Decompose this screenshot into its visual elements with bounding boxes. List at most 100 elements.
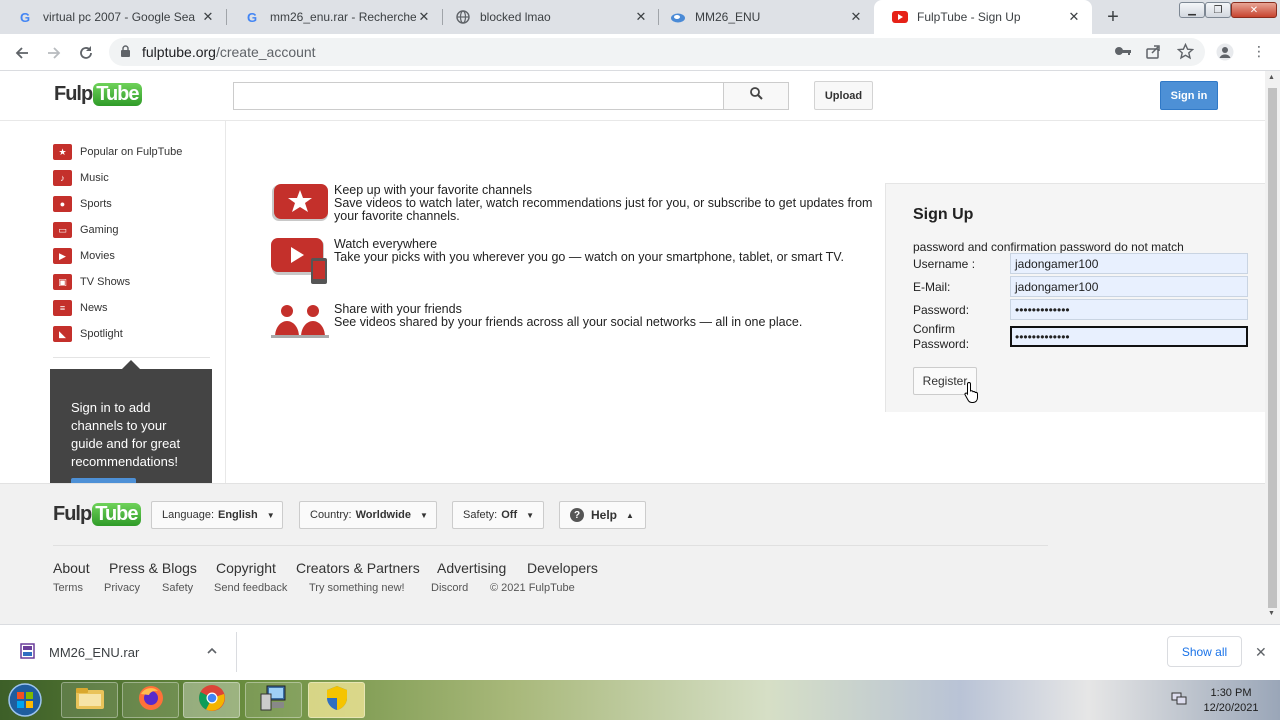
menu-kebab-icon[interactable]: ⋮ xyxy=(1252,44,1266,60)
key-icon[interactable] xyxy=(1114,44,1132,63)
footer-link-advertising[interactable]: Advertising xyxy=(437,560,506,576)
fulptube-logo[interactable]: Fulp Tube xyxy=(54,83,142,106)
close-download-shelf-icon[interactable]: ✕ xyxy=(1255,644,1267,661)
back-button[interactable] xyxy=(10,41,34,65)
system-clock[interactable]: 1:30 PM 12/20/2021 xyxy=(1196,686,1266,716)
password-field[interactable]: ••••••••••••• xyxy=(1010,299,1248,320)
taskbar-chrome[interactable] xyxy=(183,682,240,718)
taskbar-firefox[interactable] xyxy=(122,682,179,718)
close-icon[interactable]: ✕ xyxy=(633,9,649,25)
caret-down-icon: ▼ xyxy=(526,510,535,520)
logo-text-right: Tube xyxy=(93,83,142,106)
sports-icon: ● xyxy=(53,196,72,212)
reload-button[interactable] xyxy=(74,41,98,65)
footer-link-press[interactable]: Press & Blogs xyxy=(109,560,197,576)
footer-link-try-new[interactable]: Try something new! xyxy=(309,582,405,594)
guide-signin-promo: Sign in to add channels to your guide an… xyxy=(50,369,212,483)
tab-google-1[interactable]: G virtual pc 2007 - Google Sea ✕ xyxy=(0,0,226,34)
guide-item-label: News xyxy=(80,302,108,314)
tab-title: MM26_ENU xyxy=(695,10,761,24)
guide-item-music[interactable]: ♪ Music xyxy=(53,168,109,188)
close-icon[interactable]: ✕ xyxy=(1066,9,1082,25)
tab-title: mm26_enu.rar - Recherche G xyxy=(270,10,416,24)
taskbar-network-app[interactable] xyxy=(245,682,302,718)
footer: Fulp Tube Language: English ▼ Country: World… xyxy=(0,483,1265,624)
music-icon: ♪ xyxy=(53,170,72,186)
footer-link-privacy[interactable]: Privacy xyxy=(104,582,140,594)
footer-link-copyright[interactable]: Copyright xyxy=(216,560,276,576)
scroll-up-arrow-icon[interactable]: ▲ xyxy=(1268,74,1275,81)
guide-item-movies[interactable]: ▶ Movies xyxy=(53,246,115,266)
chrome-icon xyxy=(198,684,226,717)
guide-item-tv-shows[interactable]: ▣ TV Shows xyxy=(53,272,130,292)
start-button[interactable] xyxy=(5,682,45,718)
show-all-button[interactable]: Show all xyxy=(1167,636,1242,667)
email-label: E-Mail: xyxy=(913,280,951,294)
guide-item-news[interactable]: ≡ News xyxy=(53,298,108,318)
footer-logo[interactable]: Fulp Tube xyxy=(53,503,141,526)
minimize-button[interactable]: ▁ xyxy=(1179,2,1205,18)
clock-time: 1:30 PM xyxy=(1210,687,1252,699)
username-field[interactable]: jadongamer100 xyxy=(1010,253,1248,274)
sign-in-button[interactable]: Sign in xyxy=(1160,81,1218,110)
lock-icon[interactable] xyxy=(120,45,131,63)
network-tray-icon[interactable] xyxy=(1170,691,1188,712)
tab-mm26[interactable]: MM26_ENU ✕ xyxy=(652,0,874,34)
search-input[interactable] xyxy=(233,82,724,110)
logo-text-right: Tube xyxy=(92,503,141,526)
taskbar-explorer[interactable] xyxy=(61,682,118,718)
confirm-password-field[interactable]: ••••••••••••• xyxy=(1010,326,1248,347)
share-icon[interactable] xyxy=(1145,44,1161,65)
google-icon: G xyxy=(245,9,261,25)
dropdown-value: Off xyxy=(501,509,518,521)
signup-title: Sign Up xyxy=(913,206,974,223)
scroll-down-arrow-icon[interactable]: ▼ xyxy=(1268,610,1275,617)
url-path: /create_account xyxy=(215,44,316,60)
footer-link-about[interactable]: About xyxy=(53,560,90,576)
scrollbar-thumb[interactable] xyxy=(1268,88,1277,608)
country-dropdown[interactable]: Country: Worldwide ▼ xyxy=(299,501,437,529)
guide-item-sports[interactable]: ● Sports xyxy=(53,194,112,214)
tab-fulptube-signup[interactable]: FulpTube - Sign Up ✕ xyxy=(874,0,1092,34)
guide-item-gaming[interactable]: ▭ Gaming xyxy=(53,220,119,240)
guide-item-popular[interactable]: ★ Popular on FulpTube xyxy=(53,142,182,162)
window-close-button[interactable]: ✕ xyxy=(1231,2,1277,18)
safety-dropdown[interactable]: Safety: Off ▼ xyxy=(452,501,544,529)
caret-up-icon: ▲ xyxy=(626,510,634,520)
footer-link-discord[interactable]: Discord xyxy=(431,582,468,594)
footer-link-safety[interactable]: Safety xyxy=(162,582,193,594)
footer-link-terms[interactable]: Terms xyxy=(53,582,83,594)
tab-google-2[interactable]: G mm26_enu.rar - Recherche G ✕ xyxy=(227,0,442,34)
tab-blocked[interactable]: blocked lmao ✕ xyxy=(437,0,659,34)
upload-button[interactable]: Upload xyxy=(814,81,873,110)
caret-down-icon: ▼ xyxy=(266,510,275,520)
footer-link-feedback[interactable]: Send feedback xyxy=(214,582,287,594)
page-content: Fulp Tube Upload Sign in ★ Popular on Fulp… xyxy=(0,71,1265,624)
guide-item-label: Music xyxy=(80,172,109,184)
new-tab-button[interactable]: + xyxy=(1103,7,1123,27)
guide-item-label: Gaming xyxy=(80,224,119,236)
guide-item-spotlight[interactable]: ◣ Spotlight xyxy=(53,324,123,344)
footer-link-developers[interactable]: Developers xyxy=(527,560,598,576)
download-filename[interactable]: MM26_ENU.rar xyxy=(49,645,139,660)
taskbar-security-center[interactable] xyxy=(308,682,365,718)
forward-button[interactable] xyxy=(42,41,66,65)
email-field[interactable]: jadongamer100 xyxy=(1010,276,1248,297)
tab-strip: G virtual pc 2007 - Google Sea ✕ G mm26_… xyxy=(0,0,1280,34)
confirm-password-label: Confirm Password: xyxy=(913,322,970,351)
bookmark-star-icon[interactable] xyxy=(1176,42,1195,65)
maximize-button[interactable]: ❐ xyxy=(1205,2,1231,18)
shield-icon xyxy=(325,684,349,717)
dropdown-label: Language: xyxy=(162,509,214,521)
help-dropdown[interactable]: ? Help ▲ xyxy=(559,501,646,529)
close-icon[interactable]: ✕ xyxy=(200,9,216,25)
footer-link-creators[interactable]: Creators & Partners xyxy=(296,560,420,576)
rar-file-icon xyxy=(20,643,36,664)
close-icon[interactable]: ✕ xyxy=(416,9,432,25)
chevron-up-icon[interactable] xyxy=(205,644,219,663)
language-dropdown[interactable]: Language: English ▼ xyxy=(151,501,283,529)
search-button[interactable] xyxy=(723,82,789,110)
close-icon[interactable]: ✕ xyxy=(848,9,864,25)
url-text[interactable]: fulptube.org/create_account xyxy=(142,44,316,60)
profile-icon[interactable] xyxy=(1216,43,1234,66)
